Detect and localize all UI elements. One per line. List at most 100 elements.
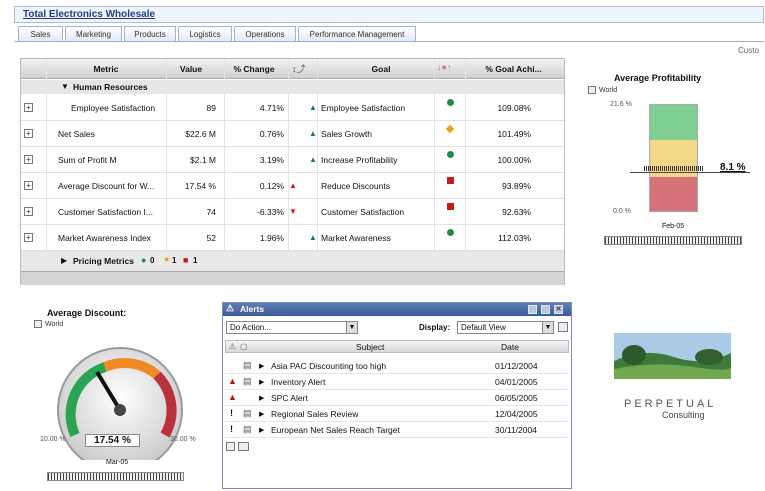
goal-name[interactable]: Customer Satisfaction — [321, 207, 431, 217]
alert-subject[interactable]: Asia PAC Discounting too high — [271, 361, 386, 371]
col-date[interactable]: Date — [501, 342, 519, 352]
orange-count-icon: ● — [164, 254, 170, 264]
alert-subject[interactable]: Regional Sales Review — [271, 409, 358, 419]
close-icon[interactable]: ✕ — [554, 305, 563, 314]
col-goal-achieved[interactable]: % Goal Achi... — [466, 64, 561, 74]
list-item[interactable]: ! ▤ ▶ European Net Sales Reach Target 30… — [225, 422, 569, 438]
group-label: Human Resources — [73, 82, 148, 92]
brand-logo: PERPETUAL — [624, 398, 717, 410]
expand-triangle-icon[interactable]: ▶ — [259, 362, 264, 370]
expand-triangle-icon[interactable]: ▶ — [259, 410, 264, 418]
profitability-bar — [649, 104, 698, 212]
group-row-human-resources[interactable]: ▼ Human Resources — [21, 80, 564, 94]
type-col-icon[interactable]: ▢ — [240, 342, 248, 351]
metric-name[interactable]: Sum of Profit M — [58, 155, 163, 165]
list-item[interactable]: ▤ ▶ Asia PAC Discounting too high 01/12/… — [225, 358, 569, 374]
alert-date: 04/01/2005 — [495, 377, 538, 387]
tab-operations[interactable]: Operations — [234, 26, 296, 42]
metric-name[interactable]: Customer Satisfaction I... — [58, 207, 163, 217]
export-icon[interactable] — [238, 442, 249, 451]
period-slider[interactable] — [47, 472, 184, 481]
collapse-triangle-icon[interactable]: ▼ — [61, 82, 69, 91]
col-metric[interactable]: Metric — [56, 64, 156, 74]
goal-name[interactable]: Reduce Discounts — [321, 181, 431, 191]
expand-triangle-icon[interactable]: ▶ — [259, 378, 264, 386]
status-green-icon — [447, 151, 454, 158]
metric-name[interactable]: Average Discount for W... — [58, 181, 163, 191]
goal-name[interactable]: Market Awareness — [321, 233, 431, 243]
trend-down-icon: ▼ — [289, 207, 297, 216]
trend-up-red-icon: ▲ — [289, 181, 297, 190]
table-row[interactable]: + Customer Satisfaction I... 74 -6.33% ▼… — [21, 199, 564, 225]
refresh-icon[interactable] — [226, 442, 235, 451]
action-select[interactable]: Do Action... ▼ — [226, 321, 358, 334]
table-row[interactable]: + Employee Satisfaction 89 4.71% ▲ Emplo… — [21, 95, 564, 121]
status-sort-icon[interactable]: ↓●↑ — [437, 62, 451, 72]
col-goal[interactable]: Goal — [331, 64, 431, 74]
goal-name[interactable]: Increase Profitability — [321, 155, 431, 165]
customize-link[interactable]: Custo — [738, 46, 759, 55]
metric-name[interactable]: Market Awareness Index — [58, 233, 163, 243]
alert-subject[interactable]: Inventory Alert — [271, 377, 325, 387]
expand-triangle-icon[interactable]: ▶ — [61, 256, 67, 265]
document-icon: ▤ — [243, 424, 252, 434]
display-select[interactable]: Default View ▼ — [457, 321, 554, 334]
minimize-icon[interactable] — [528, 305, 537, 314]
table-row[interactable]: + Net Sales $22.6 M 0.76% ▲ Sales Growth… — [21, 121, 564, 147]
status-green-icon — [447, 99, 454, 106]
expand-icon[interactable]: + — [24, 233, 33, 242]
orange-count: 1 — [172, 256, 177, 265]
goal-name[interactable]: Sales Growth — [321, 129, 431, 139]
warning-icon: ▲ — [228, 376, 237, 386]
expand-icon[interactable]: + — [24, 181, 33, 190]
checkbox-icon[interactable] — [588, 86, 596, 94]
alert-subject[interactable]: European Net Sales Reach Target — [271, 425, 400, 435]
display-label: Display: — [419, 323, 451, 332]
goal-achieved: 112.03% — [498, 233, 531, 243]
checkbox-icon[interactable] — [34, 320, 42, 328]
expand-icon[interactable]: + — [24, 155, 33, 164]
chevron-down-icon[interactable]: ▼ — [542, 322, 553, 333]
expand-triangle-icon[interactable]: ▶ — [259, 426, 264, 434]
alerts-title: Alerts — [240, 304, 265, 314]
list-item[interactable]: ▲ ▶ SPC Alert 06/05/2005 — [225, 390, 569, 406]
list-item[interactable]: ▲ ▤ ▶ Inventory Alert 04/01/2005 — [225, 374, 569, 390]
tab-logistics[interactable]: Logistics — [178, 26, 232, 42]
table-row[interactable]: + Market Awareness Index 52 1.96% ▲ Mark… — [21, 225, 564, 251]
alert-subject[interactable]: SPC Alert — [271, 393, 308, 403]
list-item[interactable]: ! ▤ ▶ Regional Sales Review 12/04/2005 — [225, 406, 569, 422]
table-row[interactable]: + Average Discount for W... 17.54 % 0.12… — [21, 173, 564, 199]
metric-name[interactable]: Employee Satisfaction — [71, 103, 166, 113]
period-slider[interactable] — [604, 236, 742, 245]
metric-name[interactable]: Net Sales — [58, 129, 163, 139]
chevron-down-icon[interactable]: ▼ — [346, 322, 357, 333]
group-row-pricing-metrics[interactable]: ▶ Pricing Metrics ● 0 ● 1 ■ 1 — [21, 251, 564, 271]
tab-marketing[interactable]: Marketing — [65, 26, 122, 42]
goal-name[interactable]: Employee Satisfaction — [321, 103, 431, 113]
value-marker — [644, 166, 704, 171]
severity-col-icon[interactable]: ⚠ — [229, 342, 236, 351]
expand-icon[interactable]: + — [24, 129, 33, 138]
col-subject[interactable]: Subject — [356, 342, 384, 352]
world-filter[interactable]: World — [588, 86, 617, 94]
expand-icon[interactable]: + — [24, 207, 33, 216]
tab-performance-management[interactable]: Performance Management — [298, 26, 416, 42]
trend-sort-icon[interactable]: ↕⤴ — [292, 62, 306, 75]
col-change[interactable]: % Change — [224, 64, 284, 74]
alerts-title-bar[interactable]: ⚠ Alerts ✕ — [223, 303, 571, 316]
document-icon: ▤ — [243, 376, 252, 386]
gauge-title: Average Discount: — [47, 308, 127, 318]
world-filter[interactable]: World — [34, 320, 63, 328]
tab-products[interactable]: Products — [124, 26, 176, 42]
brand-tagline: Consulting — [662, 410, 705, 420]
app-title[interactable]: Total Electronics Wholesale — [23, 9, 155, 20]
expand-triangle-icon[interactable]: ▶ — [259, 394, 264, 402]
tab-sales[interactable]: Sales — [18, 26, 63, 42]
expand-icon[interactable]: + — [24, 103, 33, 112]
table-row[interactable]: + Sum of Profit M $2.1 M 3.19% ▲ Increas… — [21, 147, 564, 173]
grid-view-icon[interactable] — [558, 322, 568, 332]
metric-change: -6.33% — [257, 207, 284, 217]
metric-change: 0.12% — [259, 181, 284, 191]
col-value[interactable]: Value — [166, 64, 216, 74]
maximize-icon[interactable] — [541, 305, 550, 314]
